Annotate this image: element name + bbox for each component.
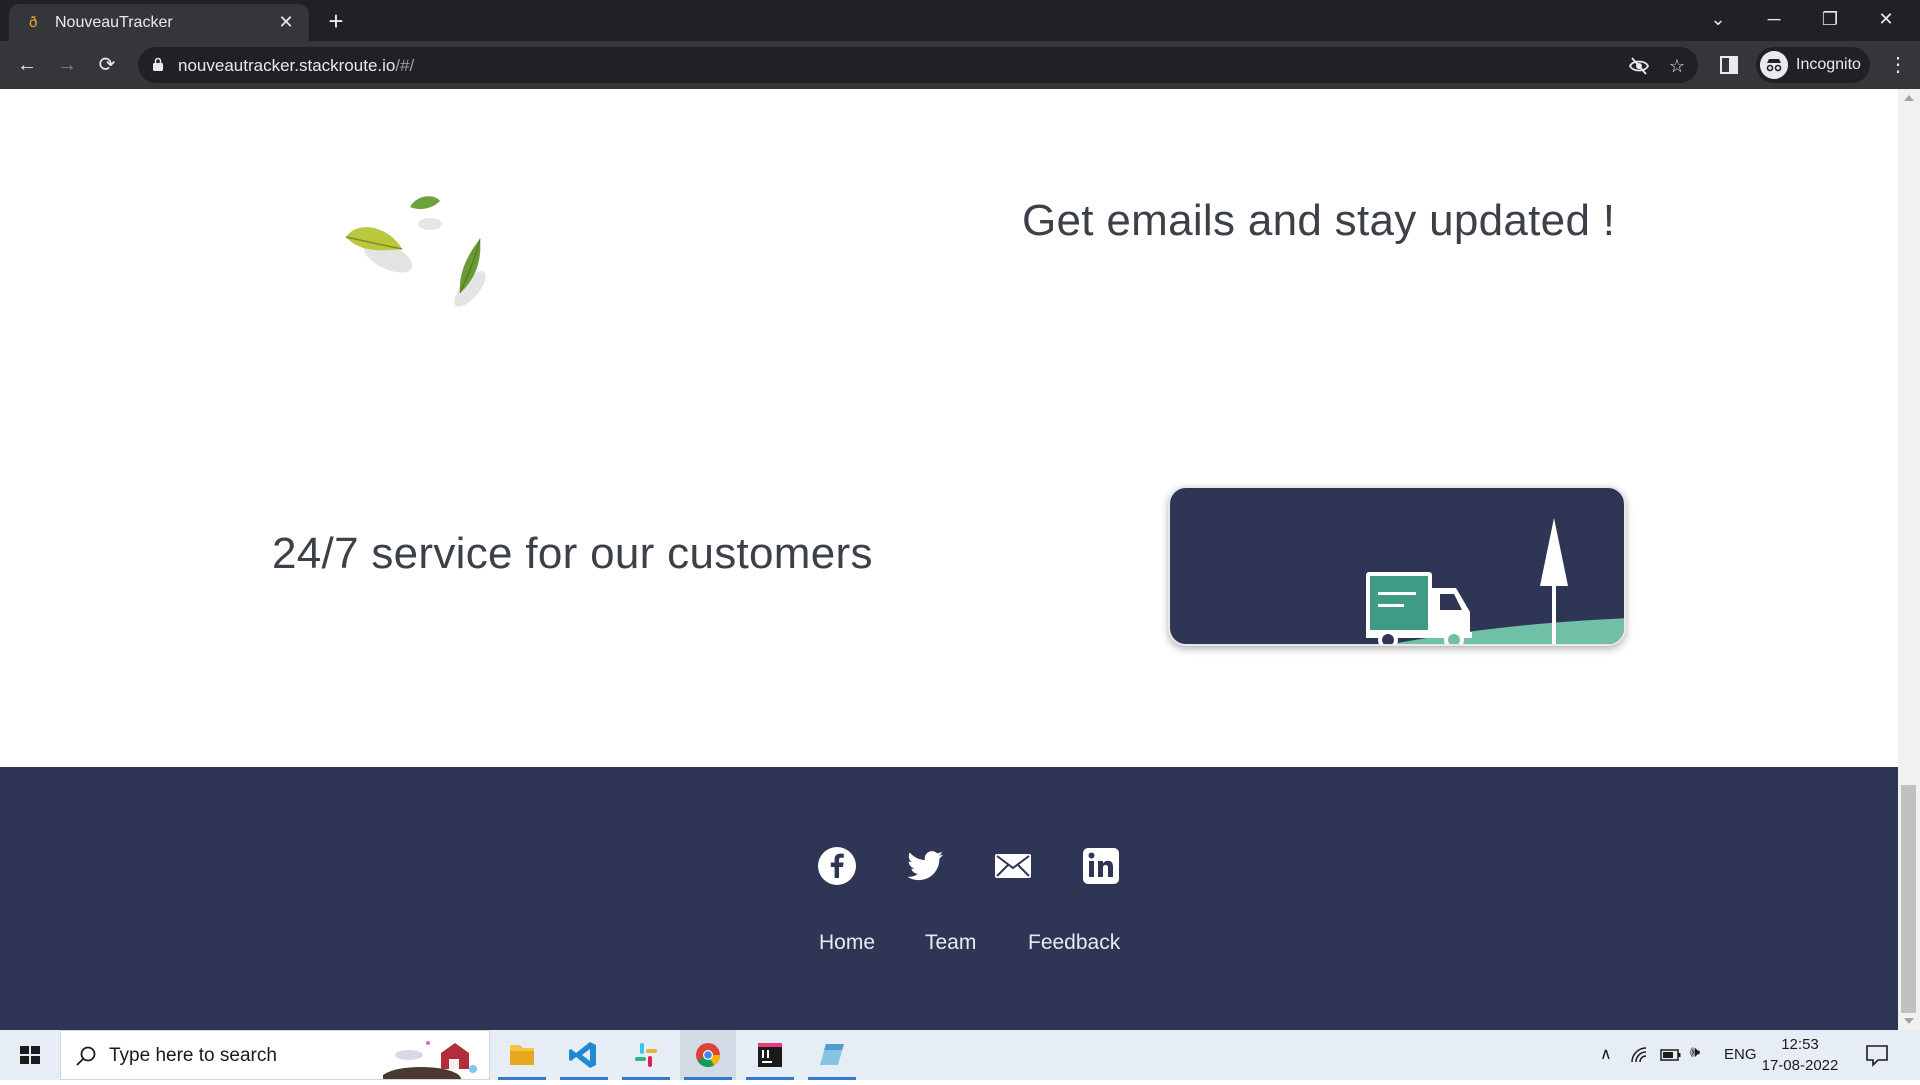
- taskbar-file-explorer[interactable]: [494, 1030, 550, 1080]
- leaves-illustration: [345, 196, 486, 307]
- bookmark-star-icon[interactable]: ☆: [1666, 55, 1688, 77]
- tab-search-icon[interactable]: ⌄: [1690, 0, 1746, 41]
- reload-icon[interactable]: ⟳: [92, 50, 122, 80]
- url-text: nouveautracker.stackroute.io/#/: [178, 56, 414, 76]
- network-icon[interactable]: [1630, 1046, 1650, 1064]
- taskbar-chrome[interactable]: [680, 1030, 736, 1080]
- taskbar-slack[interactable]: [618, 1030, 674, 1080]
- slack-icon: [635, 1043, 657, 1067]
- input-language[interactable]: ENG: [1724, 1046, 1757, 1063]
- battery-icon[interactable]: [1660, 1048, 1682, 1062]
- notification-icon[interactable]: [1864, 1042, 1890, 1068]
- browser-menu-icon[interactable]: ⋮: [1886, 50, 1910, 80]
- lock-icon: [153, 57, 163, 71]
- page-scrollbar[interactable]: [1898, 89, 1920, 1030]
- taskbar-snipping-tool[interactable]: [804, 1030, 860, 1080]
- search-icon: [76, 1046, 96, 1066]
- windows-start-icon[interactable]: [0, 1030, 60, 1080]
- intellij-icon: [758, 1043, 782, 1067]
- facebook-icon[interactable]: [816, 845, 858, 887]
- scrollbar-thumb[interactable]: [1901, 785, 1916, 1013]
- footer-link-feedback[interactable]: Feedback: [1028, 931, 1120, 955]
- twitter-icon[interactable]: [904, 845, 946, 887]
- incognito-badge[interactable]: Incognito: [1756, 47, 1870, 83]
- tab-close-icon[interactable]: ✕: [275, 11, 297, 33]
- volume-icon[interactable]: 🕪: [1690, 1044, 1700, 1062]
- address-bar[interactable]: nouveautracker.stackroute.io/#/ ☆: [138, 47, 1698, 83]
- incognito-label: Incognito: [1796, 56, 1861, 73]
- snipping-tool-icon: [820, 1044, 844, 1065]
- taskbar-intellij[interactable]: [742, 1030, 798, 1080]
- linkedin-icon[interactable]: [1080, 845, 1122, 887]
- mail-icon[interactable]: [992, 845, 1034, 887]
- back-arrow-icon[interactable]: ←: [12, 50, 42, 80]
- folder-icon: [510, 1045, 534, 1065]
- delivery-truck-card: [1168, 486, 1626, 646]
- minimize-button[interactable]: ─: [1746, 0, 1802, 41]
- windows-taskbar: Type here to search ∧ 🕪 ENG 12:53 17-08-…: [0, 1030, 1920, 1080]
- eye-off-icon[interactable]: [1628, 55, 1650, 77]
- close-window-button[interactable]: ✕: [1858, 0, 1914, 41]
- url-path: /#/: [395, 56, 415, 75]
- site-favicon-icon: ð: [29, 14, 38, 31]
- tray-chevron-icon[interactable]: ∧: [1600, 1044, 1612, 1064]
- browser-toolbar: ← → ⟳ nouveautracker.stackroute.io/#/ ☆ …: [0, 41, 1920, 89]
- forward-arrow-icon[interactable]: →: [52, 50, 82, 80]
- taskbar-clock[interactable]: 12:53 17-08-2022: [1760, 1034, 1840, 1076]
- incognito-icon: [1760, 51, 1788, 79]
- footer-link-team[interactable]: Team: [925, 931, 976, 955]
- search-highlight-illustration: [383, 1041, 477, 1079]
- browser-tab[interactable]: ð NouveauTracker ✕: [9, 4, 309, 41]
- restore-button[interactable]: ❐: [1802, 0, 1858, 41]
- taskbar-vscode[interactable]: [556, 1030, 612, 1080]
- clock-time: 12:53: [1781, 1036, 1819, 1053]
- browser-tab-bar: ð NouveauTracker ✕ + ⌄ ─ ❐ ✕: [0, 0, 1920, 41]
- clock-date: 17-08-2022: [1761, 1057, 1839, 1074]
- new-tab-button[interactable]: +: [322, 8, 350, 36]
- delivery-truck-illustration: [1366, 518, 1624, 644]
- email-headline: Get emails and stay updated !: [1022, 196, 1616, 245]
- taskbar-search-box[interactable]: Type here to search: [60, 1030, 490, 1080]
- page-viewport: Get emails and stay updated ! 24/7 servi…: [0, 89, 1898, 1030]
- service-headline: 24/7 service for our customers: [272, 529, 873, 578]
- scroll-down-icon[interactable]: [1904, 1018, 1914, 1024]
- scroll-up-icon[interactable]: [1904, 95, 1914, 101]
- site-footer: Home Team Feedback: [0, 767, 1898, 1030]
- vscode-icon: [569, 1042, 596, 1068]
- url-host: nouveautracker.stackroute.io: [178, 56, 396, 75]
- side-panel-icon[interactable]: [1718, 54, 1740, 76]
- chrome-icon: [696, 1043, 720, 1068]
- tab-title: NouveauTracker: [55, 14, 173, 31]
- search-placeholder: Type here to search: [109, 1045, 277, 1066]
- footer-link-home[interactable]: Home: [819, 931, 875, 955]
